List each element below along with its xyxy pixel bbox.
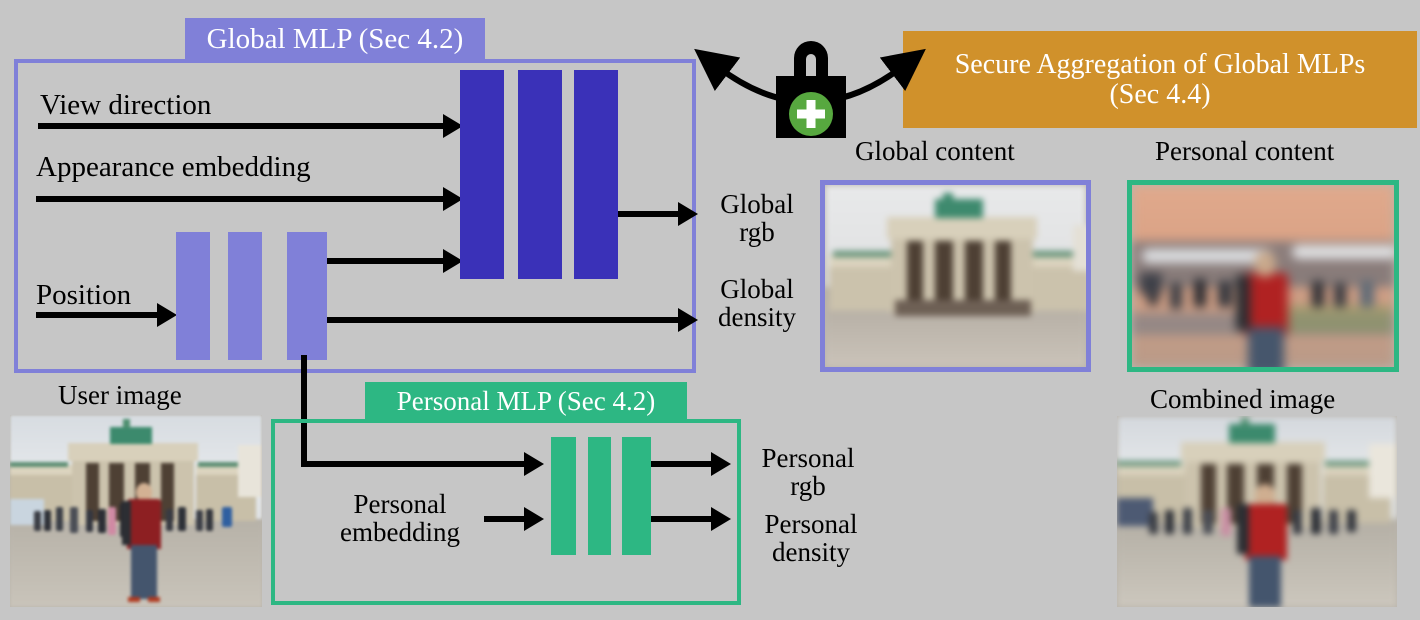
secure-aggregation-line2: (Sec 4.4) [1109,78,1211,110]
photo-user-image [10,415,262,607]
label-appearance-embedding: Appearance embedding [36,151,311,183]
personal-mlp-bar-3 [622,437,651,555]
label-global-density-line1: Global [720,274,794,304]
caption-global-content: Global content [855,136,1015,166]
label-personal-density-line2: density [772,537,850,568]
label-global-rgb-line2: rgb [739,217,775,248]
arrow-personal-density-line [651,516,718,522]
label-personal-rgb-line2: rgb [790,471,826,502]
label-personal-embedding: Personal embedding [330,490,470,547]
personal-mlp-bar-1 [551,437,576,555]
label-global-rgb: Global rgb [709,190,805,247]
label-personal-density: Personal density [745,510,877,567]
diagram-canvas: Global MLP (Sec 4.2) View direction Appe… [0,0,1420,620]
position-encoder-bar-3 [287,232,327,360]
arrow-view-direction-line [38,123,452,129]
photo-personal-content [1127,180,1399,372]
arrow-encoder-to-trunk-line [327,258,452,264]
label-personal-rgb-line1: Personal [761,443,855,473]
arrow-global-density-head [678,308,698,332]
caption-user-image: User image [58,380,182,410]
personal-mlp-bar-2 [588,437,611,555]
label-global-density-line2: density [718,302,796,333]
label-global-rgb-line1: Global [720,189,794,219]
caption-combined-image: Combined image [1150,384,1336,414]
arrow-position-head [157,303,177,327]
secure-aggregation-box: Secure Aggregation of Global MLPs (Sec 4… [903,31,1417,128]
lock-with-plus-icon [776,41,846,138]
label-personal-density-line1: Personal [764,509,858,539]
arrow-global-rgb-head [678,202,698,226]
personal-mlp-title-banner: Personal MLP (Sec 4.2) [365,382,687,422]
global-trunk-bar-2 [518,70,562,279]
global-trunk-bar-3 [574,70,618,279]
arrow-personal-rgb-head [711,452,731,476]
label-personal-embedding-line1: Personal [353,489,447,519]
arrow-personal-density-head [711,507,731,531]
label-personal-embedding-line2: embedding [340,517,460,548]
photo-combined-image [1117,416,1397,607]
label-global-density: Global density [702,275,812,332]
photo-global-content [820,180,1091,372]
caption-personal-content: Personal content [1155,136,1335,166]
arrow-personal-rgb-line [651,461,718,467]
secure-aggregation-line1: Secure Aggregation of Global MLPs [954,49,1366,81]
label-personal-rgb: Personal rgb [752,444,864,501]
arrow-personal-embedding-head [524,507,544,531]
position-encoder-bar-1 [176,232,210,360]
global-trunk-bar-1 [460,70,504,279]
position-encoder-bar-2 [228,232,262,360]
label-view-direction: View direction [40,89,212,121]
global-mlp-title-banner: Global MLP (Sec 4.2) [185,18,485,62]
arrow-global-density-line [327,317,687,323]
arrow-position-line [36,312,164,318]
arrow-appearance-line [36,196,452,202]
label-position: Position [36,279,132,311]
